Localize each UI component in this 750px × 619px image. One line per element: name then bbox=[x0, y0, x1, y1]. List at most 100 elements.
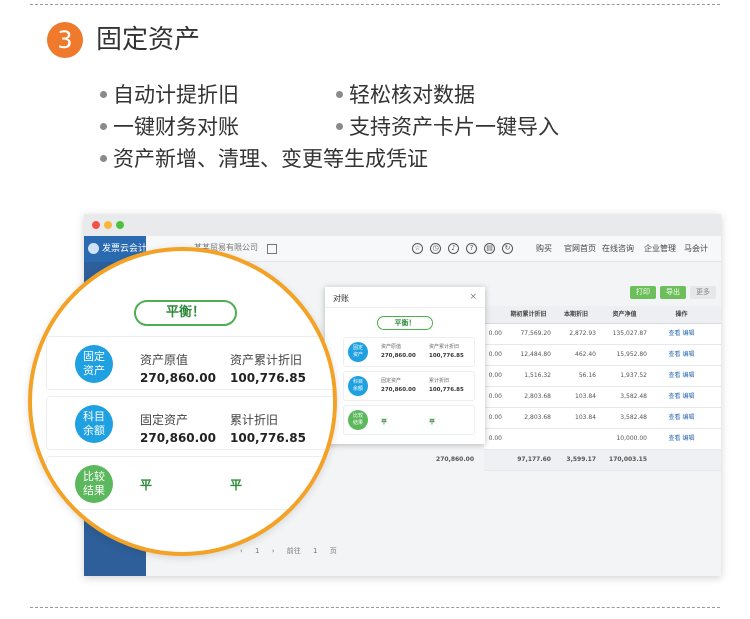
subject-balance-row: 科目 余额 固定资产 累计折旧 270,860.00 100,776.85 bbox=[343, 371, 475, 401]
row-actions[interactable]: 查看 编辑 bbox=[659, 366, 704, 386]
table-cell: 0.00 bbox=[488, 414, 502, 421]
field-label: 固定资产 bbox=[140, 413, 189, 427]
total-cell: 97,177.60 bbox=[517, 456, 551, 463]
headset-icon[interactable]: ♪ bbox=[448, 243, 459, 254]
compare-result-value: 平 bbox=[429, 419, 436, 426]
bullet-icon bbox=[336, 122, 343, 130]
table-row: 0.00 2,803.68 103.84 3,582.48 查看 编辑 bbox=[484, 387, 721, 408]
field-label: 累计折旧 bbox=[429, 378, 450, 384]
compare-result-row: 比较 结果 平 平 bbox=[343, 405, 475, 435]
grid-icon[interactable] bbox=[267, 244, 277, 254]
total-cell: 3,599.17 bbox=[566, 456, 596, 463]
field-value: 100,776.85 bbox=[230, 371, 306, 385]
table-cell: 1,516.32 bbox=[524, 372, 551, 379]
print-button[interactable]: 打印 bbox=[630, 286, 656, 299]
field-value: 270,860.00 bbox=[140, 431, 216, 445]
fixed-assets-row: 固定 资产 资产原值 资产累计折旧 270,860.00 100,776.85 bbox=[343, 337, 475, 367]
logo-icon bbox=[88, 243, 99, 254]
compare-result-value: 平 bbox=[140, 478, 153, 492]
compare-result-row: 比较 结果 平 平 bbox=[46, 456, 333, 510]
feature-item: 支持资产卡片一键导入 bbox=[336, 112, 559, 142]
minimize-window-icon[interactable] bbox=[104, 221, 112, 229]
compare-result-badge: 比较 结果 bbox=[75, 465, 113, 503]
help-icon[interactable]: ? bbox=[466, 243, 477, 254]
table-cell: 462.40 bbox=[575, 351, 596, 358]
bullet-icon bbox=[100, 90, 107, 98]
table-header: 期初累计折旧 本期折旧 资产净值 操作 bbox=[484, 306, 721, 324]
table-cell: 0.00 bbox=[488, 372, 502, 379]
field-value: 100,776.85 bbox=[230, 431, 306, 445]
user-menu[interactable]: 马会计 bbox=[684, 243, 708, 254]
bottom-divider bbox=[30, 607, 720, 608]
fixed-assets-badge: 固定 资产 bbox=[75, 345, 113, 383]
close-icon[interactable]: × bbox=[469, 292, 477, 302]
step-number-badge: 3 bbox=[47, 22, 83, 58]
maximize-window-icon[interactable] bbox=[116, 221, 124, 229]
table-cell: 15,952.80 bbox=[616, 351, 647, 358]
goto-label: 前往 bbox=[286, 547, 301, 555]
section-title: 固定资产 bbox=[96, 25, 201, 55]
total-cell: 270,860.00 bbox=[436, 456, 474, 463]
document-icon[interactable]: ▤ bbox=[484, 243, 495, 254]
table-cell: 2,803.68 bbox=[524, 393, 551, 400]
table-cell: 3,582.48 bbox=[620, 414, 647, 421]
compare-result-badge: 比较 结果 bbox=[348, 410, 368, 430]
table-row: 0.00 10,000.00 查看 编辑 bbox=[484, 429, 721, 450]
table-row: 0.00 77,569.20 2,872.93 135,027.87 查看 编辑 bbox=[484, 324, 721, 345]
page-number[interactable]: 1 bbox=[255, 547, 259, 555]
field-value: 100,776.85 bbox=[429, 353, 464, 359]
reconcile-dialog: 对账 × 平衡！ 固定 资产 资产原值 资产累计折旧 270,860.00 10… bbox=[325, 287, 485, 444]
bullet-icon bbox=[336, 90, 343, 98]
row-actions[interactable]: 查看 编辑 bbox=[659, 387, 704, 407]
refresh-icon[interactable]: ↻ bbox=[502, 243, 513, 254]
total-cell: 170,003.15 bbox=[609, 456, 647, 463]
export-button[interactable]: 导出 bbox=[660, 286, 686, 299]
dialog-title: 对账 bbox=[333, 294, 349, 303]
next-page-button[interactable]: › bbox=[272, 547, 275, 555]
row-actions[interactable]: 查看 编辑 bbox=[659, 408, 704, 428]
more-button[interactable]: 更多 bbox=[690, 286, 716, 299]
asset-table: 期初累计折旧 本期折旧 资产净值 操作 0.00 77,569.20 2,872.9… bbox=[436, 306, 721, 471]
table-cell: 1,937.52 bbox=[620, 372, 647, 379]
table-row: 0.00 1,516.32 56.16 1,937.52 查看 编辑 bbox=[484, 366, 721, 387]
table-cell: 77,569.20 bbox=[520, 330, 551, 337]
dialog-divider bbox=[325, 307, 485, 308]
row-actions[interactable]: 查看 编辑 bbox=[659, 429, 704, 449]
feature-item: 轻松核对数据 bbox=[336, 80, 475, 110]
column-header: 期初累计折旧 bbox=[510, 311, 547, 318]
compare-result-value: 平 bbox=[230, 478, 243, 492]
bullet-icon bbox=[100, 122, 107, 130]
official-home-link[interactable]: 官网首页 bbox=[564, 243, 596, 254]
table-cell: 135,027.87 bbox=[612, 330, 647, 337]
table-row: 0.00 2,803.68 103.84 3,582.48 查看 编辑 bbox=[484, 408, 721, 429]
online-consult-link[interactable]: 在线咨询 bbox=[602, 243, 634, 254]
row-actions[interactable]: 查看 编辑 bbox=[659, 345, 704, 365]
fixed-assets-row: 固定 资产 资产原值 资产累计折旧 270,860.00 100,776.85 bbox=[46, 336, 333, 390]
column-header: 资产净值 bbox=[612, 311, 637, 318]
table-total-row: 270,860.00 97,177.60 3,599.17 170,003.15 bbox=[436, 450, 721, 471]
clock-icon[interactable]: ◷ bbox=[430, 243, 441, 254]
table-cell: 56.16 bbox=[578, 372, 596, 379]
buy-link[interactable]: 购买 bbox=[536, 243, 552, 254]
table-cell: 2,803.68 bbox=[524, 414, 551, 421]
field-label: 资产累计折旧 bbox=[429, 344, 460, 350]
field-label: 资产原值 bbox=[381, 344, 402, 350]
row-actions[interactable]: 查看 编辑 bbox=[659, 324, 704, 344]
page-input[interactable]: 1 bbox=[313, 547, 317, 555]
table-cell: 12,484.80 bbox=[520, 351, 551, 358]
balanced-badge: 平衡！ bbox=[377, 316, 433, 330]
prev-page-button[interactable]: ‹ bbox=[240, 547, 243, 555]
enterprise-manage-link[interactable]: 企业管理 bbox=[644, 243, 676, 254]
table-cell: 103.84 bbox=[575, 393, 596, 400]
feature-item: 资产新增、清理、变更等生成凭证 bbox=[100, 144, 428, 174]
table-cell: 3,582.48 bbox=[620, 393, 647, 400]
star-icon[interactable]: ☆ bbox=[412, 243, 423, 254]
field-value: 270,860.00 bbox=[381, 353, 416, 359]
table-cell: 2,872.93 bbox=[569, 330, 596, 337]
close-window-icon[interactable] bbox=[92, 221, 100, 229]
compare-result-value: 平 bbox=[381, 419, 388, 426]
balanced-badge: 平衡！ bbox=[134, 300, 237, 326]
table-cell: 0.00 bbox=[488, 435, 502, 442]
feature-item: 自动计提折旧 bbox=[100, 80, 239, 110]
table-cell: 103.84 bbox=[575, 414, 596, 421]
